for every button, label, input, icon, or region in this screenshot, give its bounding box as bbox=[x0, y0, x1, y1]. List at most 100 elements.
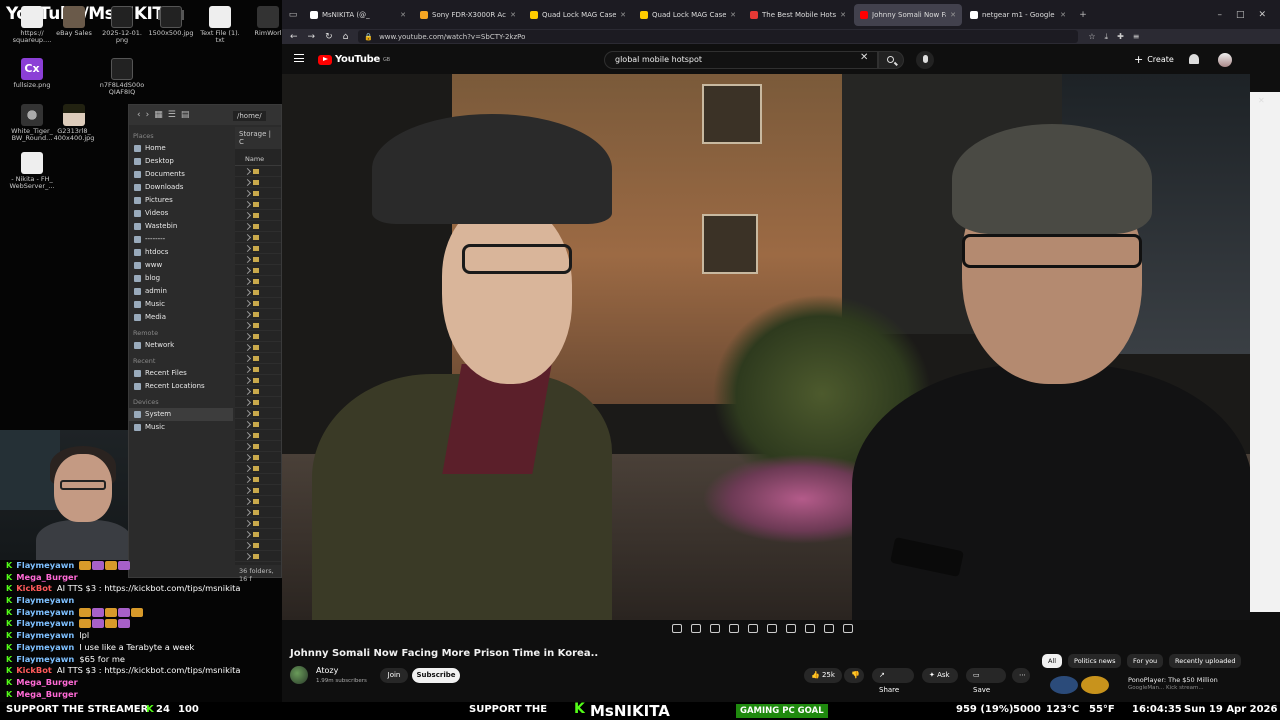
tree-row[interactable] bbox=[235, 353, 281, 364]
tree-row[interactable] bbox=[235, 177, 281, 188]
places-item[interactable]: www bbox=[129, 259, 233, 272]
desktop-icon[interactable]: n7F8L4dS00o QIAF8IQ bbox=[94, 58, 150, 97]
notifications-icon[interactable] bbox=[1189, 54, 1199, 64]
places-item[interactable]: Desktop bbox=[129, 155, 233, 168]
browser-tab[interactable]: Sony FDR-X3000R Action C ✕ bbox=[414, 4, 522, 26]
desktop-icon[interactable]: 2025-12-01. png bbox=[94, 6, 150, 45]
recommended-video[interactable]: PonoPlayer: The $50 Million GoogleMan...… bbox=[1050, 676, 1270, 700]
places-item[interactable]: Downloads bbox=[129, 181, 233, 194]
filter-chip[interactable]: Recently uploaded bbox=[1169, 654, 1242, 668]
youtube-logo[interactable]: YouTube GB bbox=[318, 54, 390, 65]
filter-chip[interactable]: For you bbox=[1127, 654, 1164, 668]
tree-row[interactable] bbox=[235, 287, 281, 298]
places-item[interactable]: Home bbox=[129, 142, 233, 155]
tree-row[interactable] bbox=[235, 232, 281, 243]
tree-row[interactable] bbox=[235, 408, 281, 419]
browser-tab[interactable]: Quad Lock MAG Case - All✕ bbox=[524, 4, 632, 26]
search-button[interactable] bbox=[878, 51, 904, 69]
desktop-icon[interactable]: - Nikita - FH_ WebServer_... bbox=[4, 152, 60, 191]
back-icon[interactable]: ‹ bbox=[137, 110, 141, 120]
chat-username[interactable]: Flaymeyawn bbox=[16, 654, 74, 664]
chat-username[interactable]: KickBot bbox=[16, 665, 52, 675]
clear-search-icon[interactable]: ✕ bbox=[860, 52, 868, 63]
menu-icon[interactable]: ≡ bbox=[1133, 32, 1140, 42]
tree-row[interactable] bbox=[235, 320, 281, 331]
tree-view-icon[interactable]: ▤ bbox=[181, 110, 190, 120]
browser-tab[interactable]: netgear m1 - Google Sear ✕ bbox=[964, 4, 1072, 26]
tree-row[interactable] bbox=[235, 375, 281, 386]
tree-row[interactable] bbox=[235, 243, 281, 254]
tree-row[interactable] bbox=[235, 463, 281, 474]
tree-row[interactable] bbox=[235, 342, 281, 353]
ask-button[interactable]: ✦ Ask bbox=[922, 668, 958, 683]
tab-list-icon[interactable]: ▭ bbox=[282, 10, 304, 20]
places-item[interactable]: Recent Locations bbox=[129, 380, 233, 393]
places-item[interactable]: Music bbox=[129, 298, 233, 311]
reload-icon[interactable]: ↻ bbox=[325, 32, 333, 42]
camera-icon[interactable] bbox=[805, 624, 815, 633]
close-tab-icon[interactable]: ✕ bbox=[400, 11, 406, 19]
tree-row[interactable] bbox=[235, 518, 281, 529]
filter-chip[interactable]: Politics news bbox=[1068, 654, 1122, 668]
video-player[interactable] bbox=[282, 74, 1250, 620]
more-actions-button[interactable]: ⋯ bbox=[1012, 668, 1030, 683]
tree-row[interactable] bbox=[235, 166, 281, 177]
chat-username[interactable]: Flaymeyawn bbox=[16, 618, 74, 628]
tree-row[interactable] bbox=[235, 496, 281, 507]
tree-row[interactable] bbox=[235, 221, 281, 232]
tree-row[interactable] bbox=[235, 441, 281, 452]
chat-username[interactable]: Mega_Burger bbox=[16, 572, 78, 582]
tree-row[interactable] bbox=[235, 474, 281, 485]
close-tab-icon[interactable]: ✕ bbox=[1060, 11, 1066, 19]
create-button[interactable]: + Create bbox=[1134, 53, 1174, 66]
downloads-icon[interactable]: ⤓ bbox=[1105, 32, 1109, 42]
close-tab-icon[interactable]: ✕ bbox=[510, 11, 516, 19]
forward-icon[interactable]: → bbox=[308, 32, 316, 42]
fullscreen-icon[interactable] bbox=[824, 624, 834, 633]
name-column-header[interactable]: Name bbox=[235, 149, 281, 166]
tree-row[interactable] bbox=[235, 507, 281, 518]
voice-search-icon[interactable] bbox=[916, 51, 934, 69]
miniplayer-icon[interactable] bbox=[729, 624, 739, 633]
settings-icon[interactable] bbox=[843, 624, 853, 633]
places-item[interactable]: Videos bbox=[129, 207, 233, 220]
like-button[interactable]: 👍 25k bbox=[804, 668, 842, 683]
browser-tab[interactable]: The Best Mobile Hotspots✕ bbox=[744, 4, 852, 26]
tree-row[interactable] bbox=[235, 210, 281, 221]
chat-username[interactable]: KickBot bbox=[16, 583, 52, 593]
desktop-icon[interactable]: Cx fullsize.png bbox=[4, 58, 60, 89]
close-panel-icon[interactable]: ✕ bbox=[1258, 96, 1265, 105]
places-item[interactable]: htdocs bbox=[129, 246, 233, 259]
dislike-button[interactable]: 👎 bbox=[844, 668, 864, 683]
close-tab-icon[interactable]: ✕ bbox=[950, 11, 956, 19]
filter-chip[interactable]: All bbox=[1042, 654, 1063, 668]
chat-username[interactable]: Flaymeyawn bbox=[16, 607, 74, 617]
tree-row[interactable] bbox=[235, 188, 281, 199]
tree-row[interactable] bbox=[235, 529, 281, 540]
tree-row[interactable] bbox=[235, 452, 281, 463]
tree-row[interactable] bbox=[235, 199, 281, 210]
chat-username[interactable]: Flaymeyawn bbox=[16, 642, 74, 652]
url-bar[interactable]: 🔒 www.youtube.com/watch?v=SbCTY-2kzPo bbox=[358, 30, 1079, 43]
tree-row[interactable] bbox=[235, 276, 281, 287]
tree-row[interactable] bbox=[235, 397, 281, 408]
tree-row[interactable] bbox=[235, 298, 281, 309]
tree-row[interactable] bbox=[235, 540, 281, 551]
tree-row[interactable] bbox=[235, 419, 281, 430]
tree-row[interactable] bbox=[235, 430, 281, 441]
join-button[interactable]: Join bbox=[380, 668, 408, 683]
places-item[interactable]: Media bbox=[129, 311, 233, 324]
chat-username[interactable]: Flaymeyawn bbox=[16, 595, 74, 605]
save-button[interactable]: ▭ Save bbox=[966, 668, 1006, 694]
browser-tab[interactable]: Johnny Somali Now Facing ✕ bbox=[854, 3, 962, 26]
back-icon[interactable]: ← bbox=[290, 32, 298, 42]
tree-row[interactable] bbox=[235, 331, 281, 342]
audio-icon[interactable] bbox=[691, 624, 701, 633]
share-button[interactable]: ↗ Share bbox=[872, 668, 914, 694]
storage-tab[interactable]: Storage | C bbox=[235, 127, 281, 149]
chat-username[interactable]: Mega_Burger bbox=[16, 677, 78, 687]
places-item[interactable]: Recent Files bbox=[129, 367, 233, 380]
tree-row[interactable] bbox=[235, 309, 281, 320]
tree-row[interactable] bbox=[235, 254, 281, 265]
places-item[interactable]: Documents bbox=[129, 168, 233, 181]
